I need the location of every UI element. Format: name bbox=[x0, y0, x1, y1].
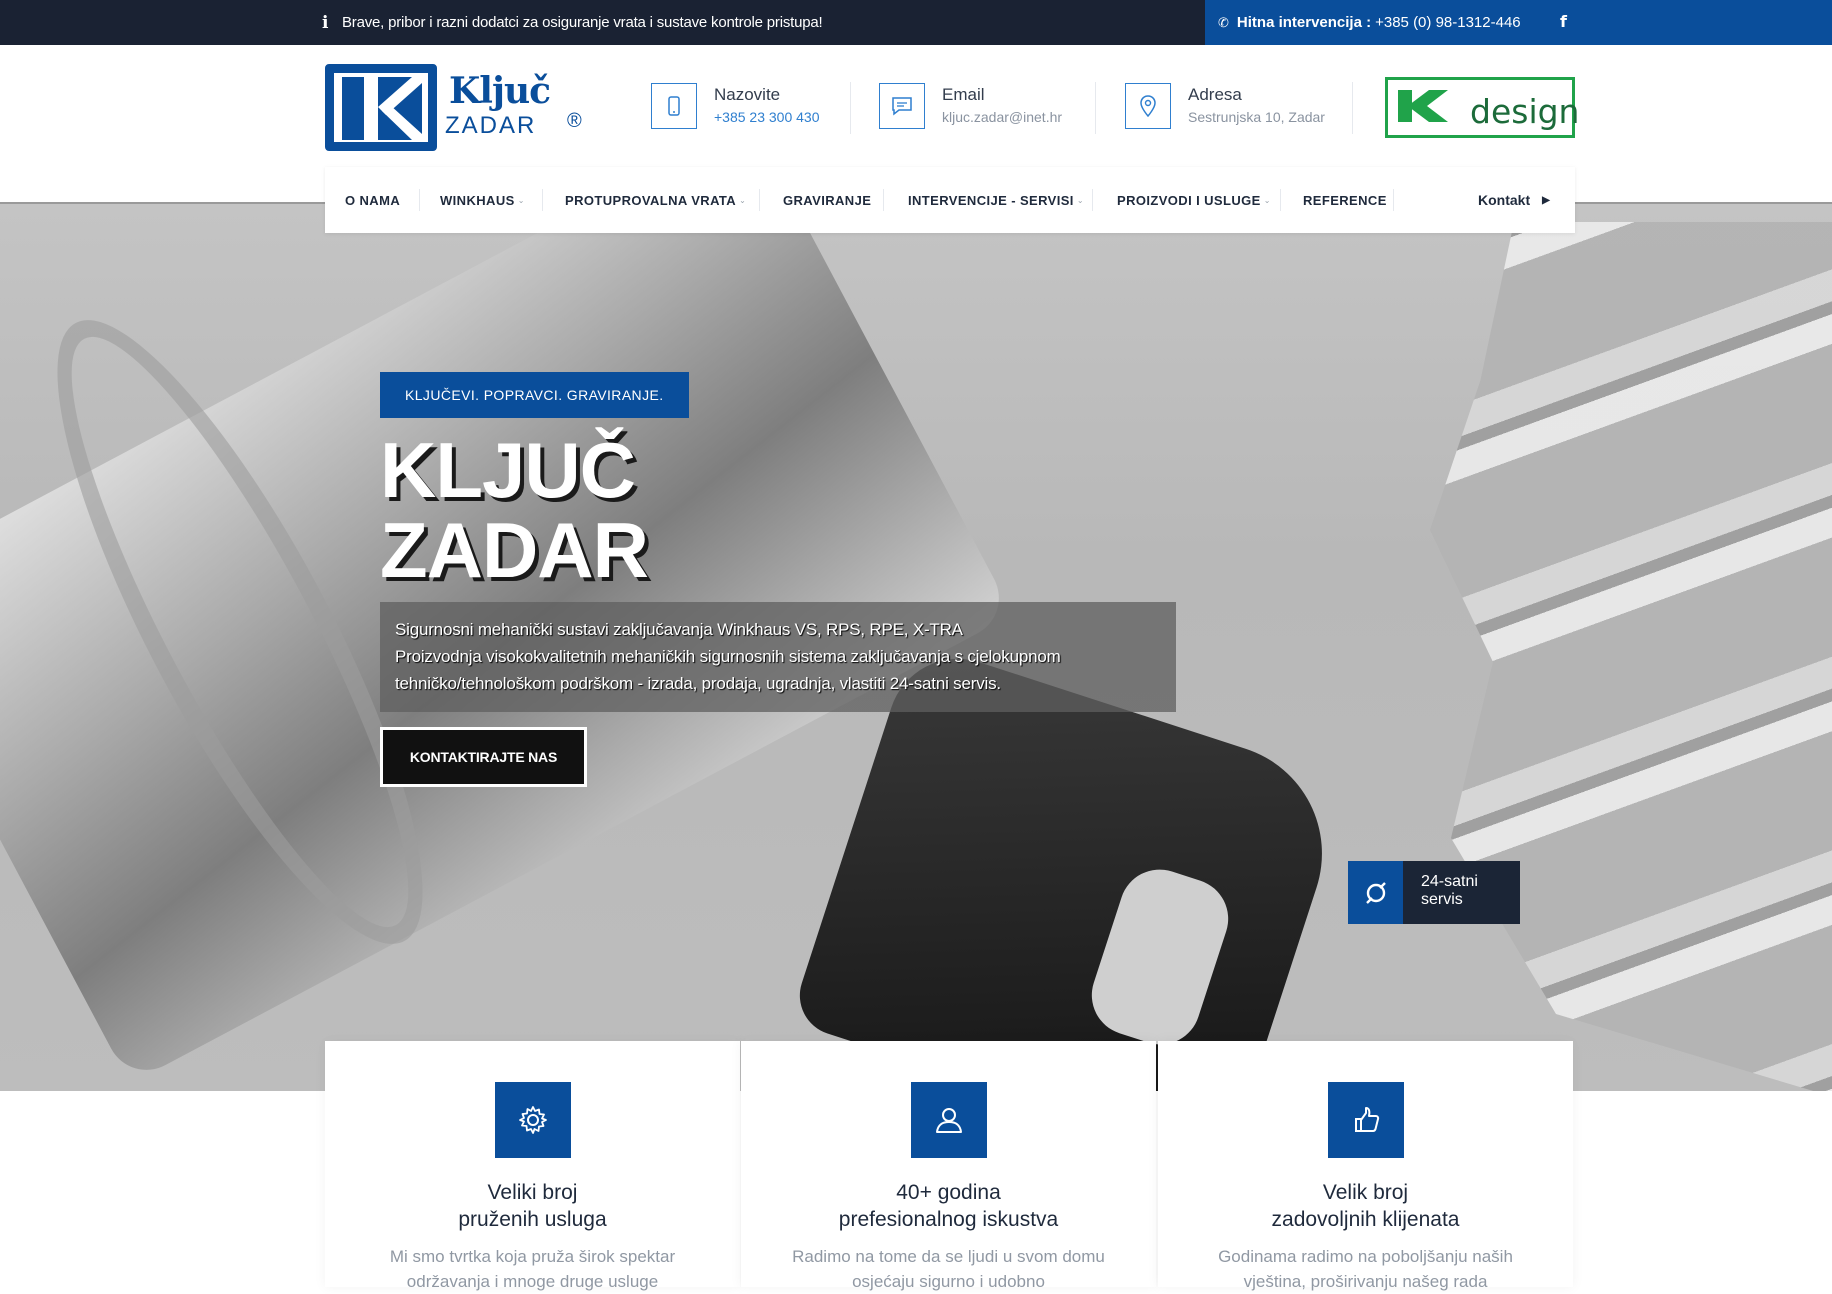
site-logo[interactable]: Ključ ZADAR ® bbox=[325, 64, 593, 151]
nav-item-reference[interactable]: REFERENCE bbox=[1303, 167, 1387, 233]
chevron-down-icon: ⌄ bbox=[739, 195, 747, 205]
info-icon: i bbox=[322, 12, 329, 33]
nav-item-proizvodi-i-usluge[interactable]: PROIZVODI I USLUGE ⌄ bbox=[1117, 167, 1271, 233]
phone-icon: ✆ bbox=[1218, 14, 1229, 30]
contact-address-value: Sestrunjska 10, Zadar bbox=[1188, 109, 1325, 125]
emergency-label: Hitna intervencija : bbox=[1236, 14, 1372, 31]
phone-icon bbox=[651, 83, 697, 129]
chevron-down-icon: ⌄ bbox=[517, 195, 525, 205]
top-bar-info-text: Brave, pribor i razni dodatci za osigura… bbox=[342, 14, 823, 31]
top-bar: i Brave, pribor i razni dodatci za osigu… bbox=[0, 0, 1832, 45]
contact-email-value[interactable]: kljuc.zadar@inet.hr bbox=[942, 109, 1062, 125]
nav-contact-link[interactable]: Kontakt ▶ bbox=[1478, 167, 1550, 233]
contact-address-title: Adresa bbox=[1188, 85, 1242, 104]
hero-description-line2: Proizvodnja visokokvalitetnih mehaničkih… bbox=[395, 647, 1061, 693]
hero-title: KLJUČ ZADAR bbox=[380, 426, 649, 594]
feature-card-title: 40+ godina prefesionalnog iskustva bbox=[838, 1181, 1059, 1231]
feature-card-experience: 40+ godina prefesionalnog iskustva Radim… bbox=[741, 1041, 1156, 1291]
contact-phone-value[interactable]: +385 23 300 430 bbox=[714, 109, 820, 125]
contact-us-button[interactable]: KONTAKTIRAJTE NAS bbox=[380, 727, 587, 787]
logo-text: Ključ bbox=[449, 70, 551, 112]
top-bar-info: i Brave, pribor i razni dodatci za osigu… bbox=[322, 0, 823, 45]
hero-title-line1: KLJUČ bbox=[380, 426, 636, 514]
map-pin-icon bbox=[1125, 83, 1171, 129]
chevron-down-icon: ⌄ bbox=[1263, 195, 1271, 205]
divider bbox=[1095, 82, 1096, 134]
gear-icon bbox=[495, 1082, 571, 1158]
kdesign-k-mark bbox=[1398, 90, 1448, 122]
hero-keys-image bbox=[1430, 222, 1832, 1091]
service-badge-label: 24-satni servis bbox=[1421, 873, 1478, 908]
kdesign-partner-logo[interactable]: design bbox=[1385, 77, 1579, 138]
nav-item-winkhaus[interactable]: WINKHAUS ⌄ bbox=[440, 167, 525, 233]
divider bbox=[1352, 82, 1353, 134]
contact-phone-title: Nazovite bbox=[714, 85, 781, 104]
refresh-icon bbox=[1348, 861, 1403, 924]
caret-right-icon: ▶ bbox=[1542, 194, 1550, 206]
emergency-bar: ✆ Hitna intervencija : +385 (0) 98-1312-… bbox=[1205, 0, 1832, 45]
logo-registered-mark: ® bbox=[567, 110, 582, 132]
service-badge[interactable]: 24-satni servis bbox=[1348, 861, 1520, 924]
divider bbox=[850, 82, 851, 134]
nav-item-protuprovalna-vrata[interactable]: PROTUPROVALNA VRATA ⌄ bbox=[565, 167, 746, 233]
chevron-down-icon: ⌄ bbox=[1076, 195, 1084, 205]
nav-item-o-nama[interactable]: O NAMA bbox=[345, 167, 400, 233]
feature-card-services: Veliki broj pruženih usluga Mi smo tvrtk… bbox=[325, 1041, 740, 1291]
nav-item-intervencije-servisi[interactable]: INTERVENCIJE - SERVISI ⌄ bbox=[908, 167, 1084, 233]
logo-subtext: ZADAR bbox=[445, 112, 537, 139]
facebook-icon[interactable]: f bbox=[1560, 12, 1567, 31]
email-icon bbox=[879, 83, 925, 129]
hero-title-line2: ZADAR bbox=[380, 506, 649, 594]
feature-card-title: Veliki broj pruženih usluga bbox=[458, 1181, 607, 1231]
logo-mark bbox=[325, 64, 437, 151]
hero-slider: KLJUČEVI. POPRAVCI. GRAVIRANJE. KLJUČ ZA… bbox=[0, 202, 1832, 1091]
main-nav: O NAMA WINKHAUS ⌄ PROTUPROVALNA VRATA ⌄ GR… bbox=[325, 167, 1575, 233]
emergency-phone-link[interactable]: +385 (0) 98-1312-446 bbox=[1375, 14, 1521, 31]
nav-item-graviranje[interactable]: GRAVIRANJE bbox=[783, 167, 871, 233]
thumbs-up-icon bbox=[1328, 1082, 1404, 1158]
hero-tagline: KLJUČEVI. POPRAVCI. GRAVIRANJE. bbox=[380, 372, 689, 418]
hero-description: Sigurnosni mehanički sustavi zaključavan… bbox=[380, 602, 1176, 712]
feature-card-clients: Velik broj zadovoljnih klijenata Godinam… bbox=[1158, 1041, 1573, 1291]
kdesign-logo-text: design bbox=[1470, 92, 1580, 131]
hero-description-line1: Sigurnosni mehanički sustavi zaključavan… bbox=[395, 620, 963, 639]
contact-email-title: Email bbox=[942, 85, 985, 104]
user-icon bbox=[911, 1082, 987, 1158]
feature-card-title: Velik broj zadovoljnih klijenata bbox=[1271, 1181, 1460, 1231]
